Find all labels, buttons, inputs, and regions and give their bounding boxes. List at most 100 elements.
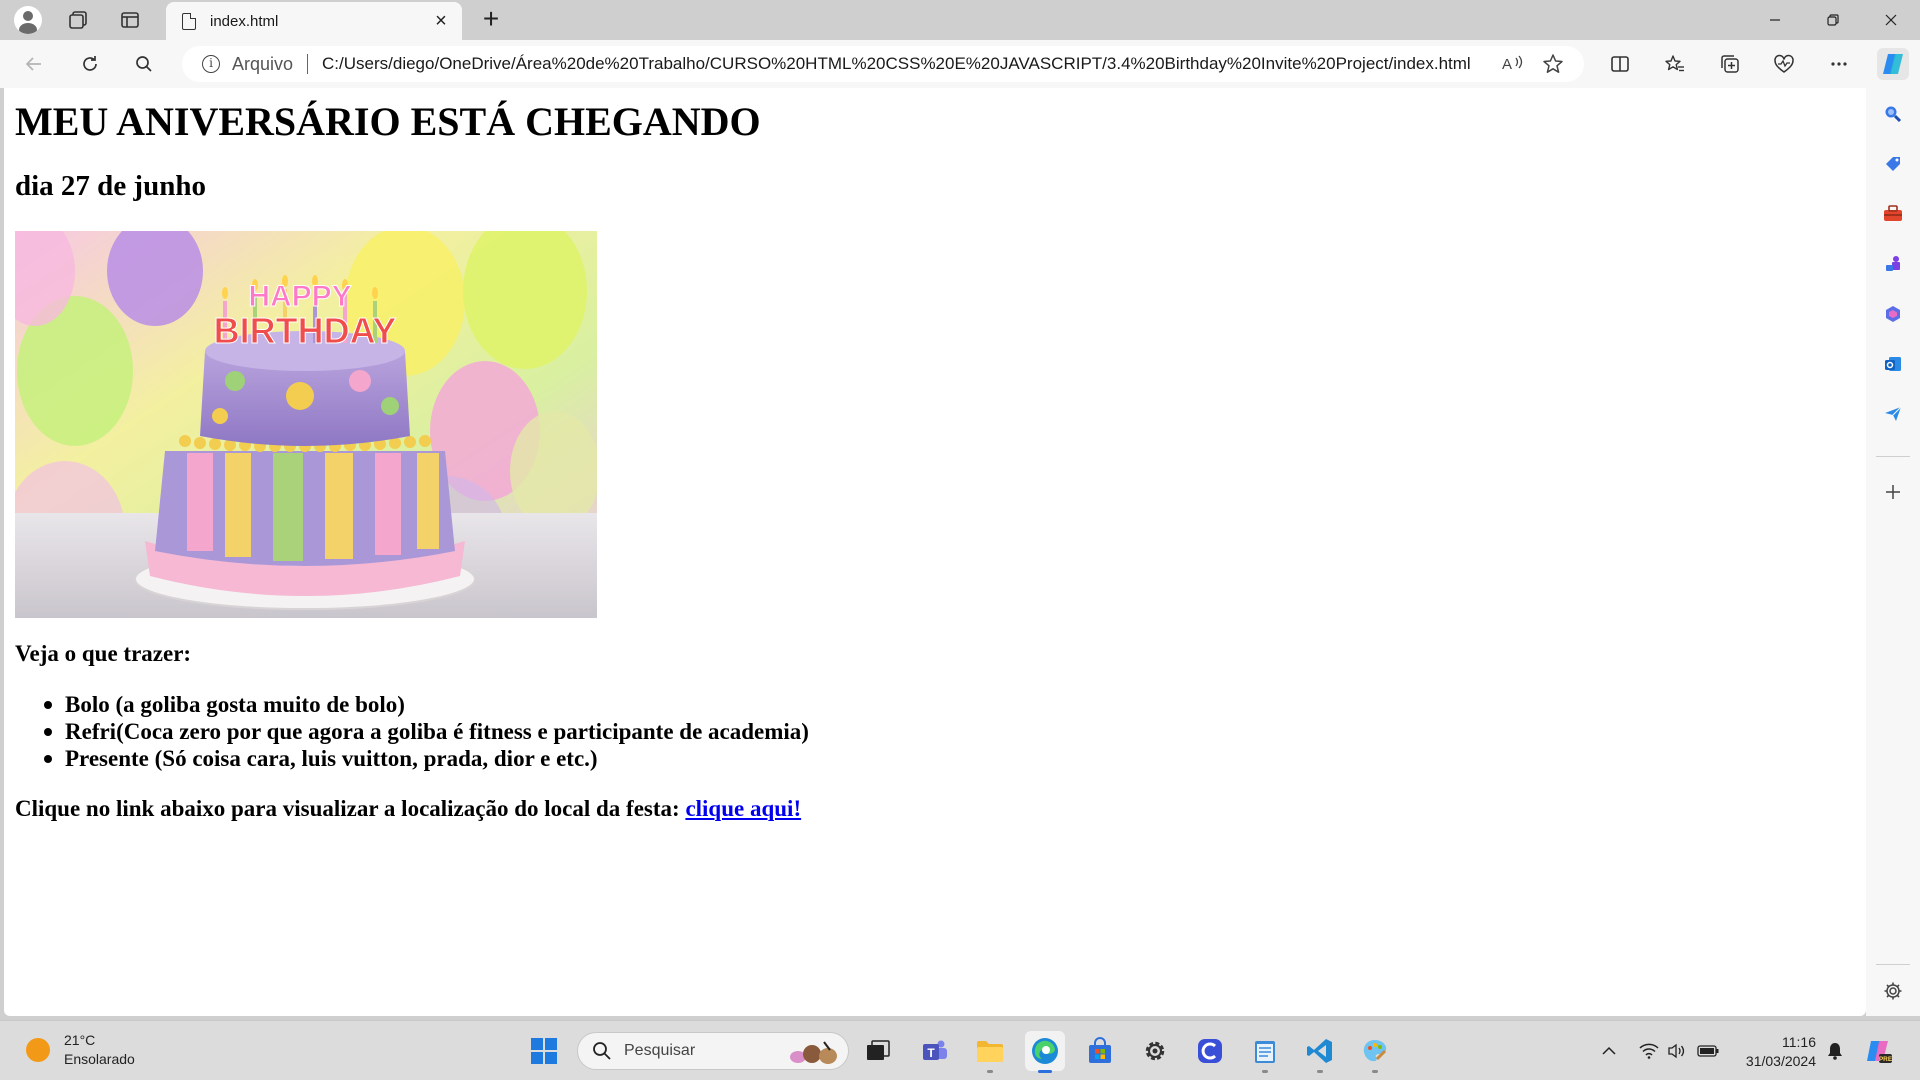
sidebar-search-button[interactable] (1877, 98, 1909, 130)
volume-status[interactable] (1664, 1021, 1690, 1080)
outlook-icon (1885, 357, 1901, 371)
browser-toolbar: i Arquivo C:/Users/diego/OneDrive/Área%2… (0, 40, 1920, 88)
sidebar-shopping-button[interactable] (1877, 148, 1909, 180)
cake-text-happy: HAPPY (248, 280, 351, 313)
task-view-button[interactable] (858, 1031, 898, 1071)
taskbar-search[interactable]: Pesquisar (577, 1032, 849, 1070)
restore-button[interactable] (1810, 0, 1856, 40)
speaker-icon (1668, 1043, 1685, 1059)
paint-palette-icon (1363, 1040, 1387, 1062)
sidebar-m365-button[interactable] (1877, 298, 1909, 330)
teams-app[interactable]: T (915, 1031, 955, 1071)
restore-icon (1827, 14, 1839, 26)
weather-temperature: 21°C (64, 1032, 96, 1048)
store-bag-icon (1089, 1037, 1111, 1063)
sidebar-tools-button[interactable] (1877, 198, 1909, 230)
store-app[interactable] (1080, 1031, 1120, 1071)
profile-button[interactable] (12, 4, 44, 36)
cake-text-birthday: BIRTHDAY (214, 310, 397, 351)
active-indicator (1038, 1070, 1052, 1073)
site-info-icon[interactable]: i (202, 55, 220, 73)
location-link[interactable]: clique aqui! (685, 796, 801, 821)
wifi-icon (1639, 1043, 1659, 1059)
shopping-tag-icon (1886, 157, 1900, 171)
heart-pulse-icon (1774, 54, 1794, 73)
tab-title: index.html (210, 12, 279, 30)
cortana-c-icon (1198, 1039, 1222, 1063)
copilot-icon (1883, 54, 1903, 74)
running-indicator (1317, 1070, 1323, 1073)
taskbar-clock[interactable]: 11:16 31/03/2024 (1720, 1033, 1816, 1071)
running-indicator (987, 1070, 993, 1073)
sidebar-settings-button[interactable] (1877, 975, 1909, 1007)
workspaces-icon (69, 11, 87, 29)
new-tab-button[interactable]: + (474, 4, 508, 36)
close-window-button[interactable] (1868, 0, 1914, 40)
refresh-button[interactable] (74, 48, 106, 80)
notifications-button[interactable] (1822, 1021, 1848, 1080)
chevron-up-icon (1602, 1046, 1616, 1055)
favorite-star-icon[interactable] (1542, 53, 1564, 75)
split-screen-button[interactable] (1604, 48, 1636, 80)
refresh-icon (83, 56, 97, 71)
tab-index-html[interactable]: index.html × (166, 2, 462, 40)
copilot-button[interactable] (1877, 48, 1909, 80)
weather-description: Ensolarado (64, 1051, 135, 1067)
send-paper-plane-icon (1885, 406, 1902, 421)
vertical-tabs-icon (121, 12, 139, 28)
power-automate-app[interactable] (1190, 1031, 1230, 1071)
cake-illustration: HAPPY BIRTHDAY (15, 231, 597, 618)
vscode-app[interactable] (1300, 1031, 1340, 1073)
sidebar-divider (1876, 964, 1910, 965)
close-icon (1885, 14, 1897, 26)
close-tab-icon[interactable]: × (430, 10, 452, 32)
sidebar-add-button[interactable] (1877, 476, 1909, 508)
wifi-status[interactable] (1636, 1021, 1662, 1080)
gear-icon (1145, 1041, 1165, 1061)
list-item: Refri(Coca zero por que agora a goliba é… (15, 718, 809, 745)
settings-more-button[interactable] (1823, 48, 1855, 80)
running-indicator (1262, 1070, 1268, 1073)
address-bar[interactable]: i Arquivo C:/Users/diego/OneDrive/Área%2… (182, 46, 1584, 82)
sidebar-divider (1876, 456, 1910, 457)
bring-list: Bolo (a goliba gosta muito de bolo) Refr… (15, 691, 809, 772)
copilot-taskbar-button[interactable]: PRE (1862, 1021, 1896, 1080)
url-text[interactable]: C:/Users/diego/OneDrive/Área%20de%20Trab… (322, 54, 1502, 74)
clock-date: 31/03/2024 (1745, 1053, 1816, 1069)
sidebar-drop-button[interactable] (1877, 398, 1909, 430)
read-aloud-icon[interactable]: A (1502, 54, 1524, 74)
more-dots-icon (1831, 62, 1847, 66)
browser-essentials-button[interactable] (1768, 48, 1800, 80)
search-button[interactable] (128, 48, 160, 80)
settings-app[interactable] (1135, 1031, 1175, 1071)
profile-icon (14, 6, 42, 34)
file-explorer-app[interactable] (970, 1031, 1010, 1073)
tab-actions-button[interactable] (114, 4, 146, 36)
sidebar-outlook-button[interactable] (1877, 348, 1909, 380)
collections-button[interactable] (1714, 48, 1746, 80)
easter-eggs-icon (790, 1041, 837, 1064)
edge-app[interactable] (1025, 1031, 1065, 1073)
notepad-app[interactable] (1245, 1031, 1285, 1073)
battery-icon (1697, 1045, 1719, 1057)
start-button[interactable] (524, 1031, 564, 1071)
page-viewport: MEU ANIVERSÁRIO ESTÁ CHEGANDO dia 27 de … (4, 88, 1866, 1016)
workspaces-button[interactable] (62, 4, 94, 36)
task-view-icon (867, 1040, 890, 1060)
favorites-button[interactable] (1659, 48, 1691, 80)
folder-icon (977, 1041, 1003, 1062)
battery-status[interactable] (1694, 1021, 1722, 1080)
back-button[interactable] (18, 48, 50, 80)
show-hidden-icons-button[interactable] (1596, 1021, 1622, 1080)
weather-widget[interactable]: 21°C Ensolarado (26, 1031, 135, 1069)
address-divider (307, 54, 309, 74)
sidebar-games-button[interactable] (1877, 248, 1909, 280)
edge-sidebar (1866, 40, 1920, 1016)
running-indicator (1372, 1070, 1378, 1073)
minimize-button[interactable] (1752, 0, 1798, 40)
search-icon (1885, 106, 1902, 123)
paint-app[interactable] (1355, 1031, 1395, 1073)
document-icon (182, 12, 196, 30)
search-placeholder: Pesquisar (624, 1042, 696, 1059)
svg-text:PRE: PRE (1879, 1056, 1893, 1063)
